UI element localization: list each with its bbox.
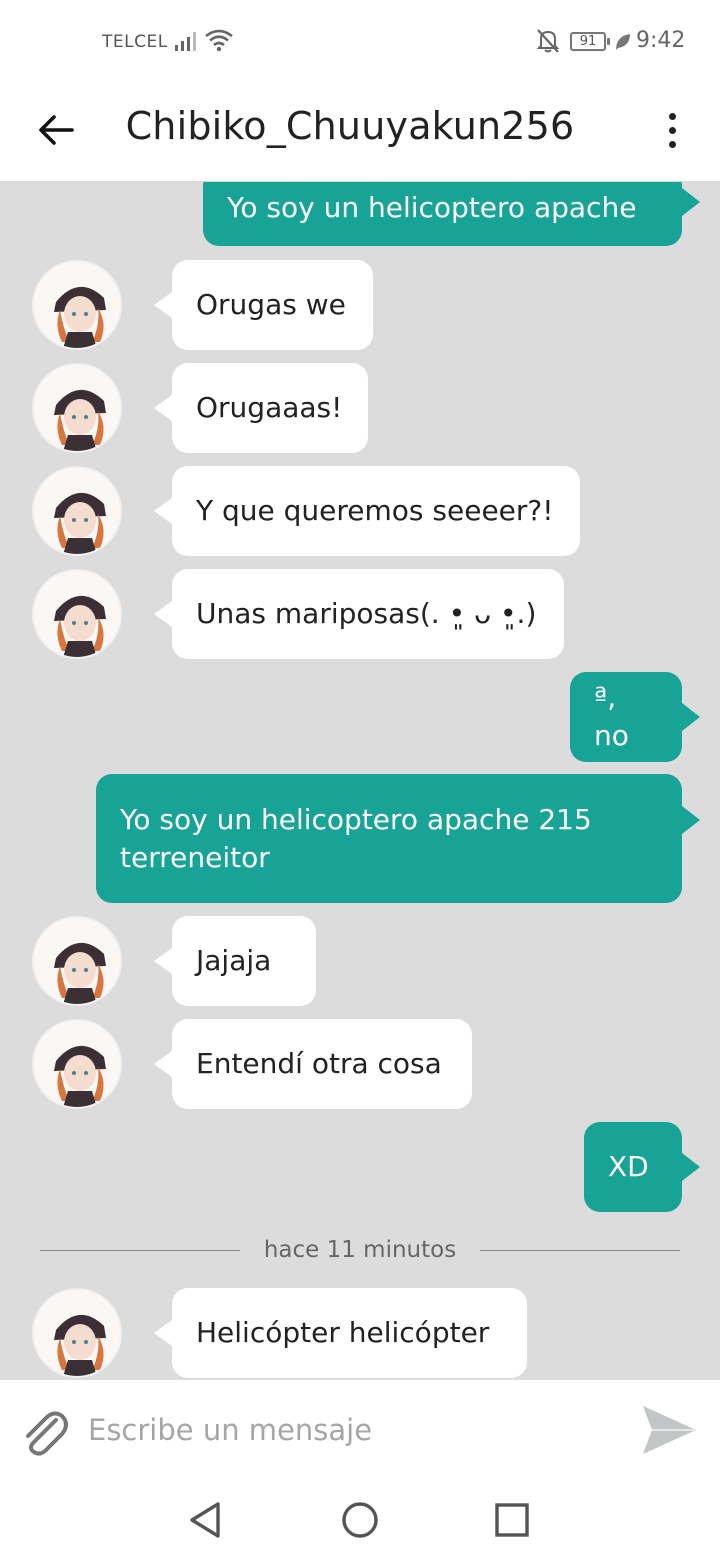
message-text: Orugaaas! (196, 391, 343, 424)
message-input[interactable] (88, 1406, 608, 1454)
triangle-back-icon[interactable] (184, 1498, 228, 1542)
status-bar: TELCEL 91 9:42 (0, 0, 720, 80)
battery-indicator: 91 (570, 32, 610, 51)
message-text: Jajaja (196, 944, 272, 977)
avatar[interactable] (32, 916, 122, 1006)
message-bubble[interactable]: Yo soy un helicoptero apache (203, 182, 682, 246)
bubble-tail (154, 1320, 172, 1346)
message-bubble[interactable]: Yo soy un helicoptero apache 215 terrene… (96, 774, 682, 903)
bubble-tail (682, 806, 700, 834)
bubble-tail (682, 1153, 700, 1181)
time-divider: hace 11 minutos (40, 1232, 681, 1268)
circle-home-icon[interactable] (340, 1500, 380, 1540)
carrier-name: TELCEL (102, 32, 168, 52)
message-composer (0, 1380, 720, 1480)
message-text: XD (608, 1150, 649, 1183)
bubble-tail (154, 292, 172, 318)
bubble-tail (154, 395, 172, 421)
avatar[interactable] (32, 363, 122, 453)
avatar[interactable] (32, 569, 122, 659)
avatar-image (34, 1021, 120, 1107)
message-text: Orugas we (196, 288, 346, 321)
message-bubble[interactable]: Helicópter helicópter (172, 1288, 527, 1378)
message-text: Helicópter helicópter (196, 1316, 490, 1349)
message-text: Yo soy un helicoptero apache 215 terrene… (120, 802, 592, 874)
message-bubble[interactable]: XD (584, 1122, 682, 1212)
avatar-image (34, 468, 120, 554)
message-text: Yo soy un helicoptero apache (227, 191, 637, 224)
message-text: Y que queremos seeeer?! (196, 494, 554, 527)
avatar[interactable] (32, 1288, 122, 1378)
bubble-tail (154, 948, 172, 974)
page-title: Chibiko_Chuuyakun256 (125, 104, 575, 148)
signal-icon (175, 32, 196, 51)
avatar[interactable] (32, 260, 122, 350)
message-bubble[interactable]: Orugaaas! (172, 363, 368, 453)
bubble-tail (154, 1051, 172, 1077)
message-list[interactable]: Yo soy un helicoptero apache Orugas we O… (0, 182, 720, 1380)
avatar[interactable] (32, 466, 122, 556)
wifi-icon (205, 29, 233, 52)
send-icon[interactable] (640, 1402, 698, 1458)
message-text: Entendí otra cosa (196, 1047, 442, 1080)
paperclip-icon[interactable] (18, 1406, 70, 1458)
avatar-image (34, 365, 120, 451)
message-text: ª, no (594, 681, 629, 752)
bell-off-icon (536, 29, 560, 53)
timestamp: hace 11 minutos (263, 1237, 457, 1263)
more-vertical-icon (668, 112, 676, 120)
message-bubble[interactable]: Orugas we (172, 260, 373, 350)
message-bubble[interactable]: ª, no (570, 672, 682, 762)
message-bubble[interactable]: Jajaja (172, 916, 316, 1006)
bubble-tail (682, 188, 700, 216)
more-options-button[interactable] (652, 104, 692, 156)
message-bubble[interactable]: Entendí otra cosa (172, 1019, 472, 1109)
avatar[interactable] (32, 1019, 122, 1109)
chat-header: Chibiko_Chuuyakun256 (0, 80, 720, 182)
square-recent-icon[interactable] (494, 1502, 530, 1538)
avatar-image (34, 262, 120, 348)
message-text: Unas mariposas(. •͈ ᴗ •͈.) (196, 597, 537, 630)
avatar-image (34, 918, 120, 1004)
avatar-image (34, 571, 120, 657)
avatar-image (34, 1290, 120, 1376)
message-bubble[interactable]: Unas mariposas(. •͈ ᴗ •͈.) (172, 569, 564, 659)
clock: 9:42 (636, 28, 686, 53)
bubble-tail (154, 601, 172, 627)
message-bubble[interactable]: Y que queremos seeeer?! (172, 466, 580, 556)
bubble-tail (682, 703, 700, 731)
leaf-icon (616, 34, 630, 50)
system-navigation-bar (0, 1480, 720, 1560)
bubble-tail (154, 498, 172, 524)
